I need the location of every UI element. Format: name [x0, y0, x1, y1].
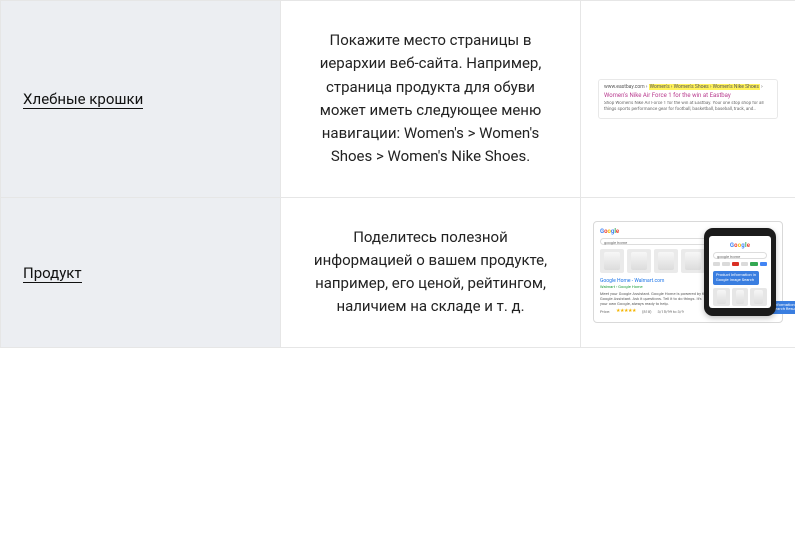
phone-tab [741, 262, 748, 266]
row1-description: Покажите место страницы в иерархии веб-с… [281, 1, 581, 198]
serp-breadcrumb: www.eastbay.com › Women's › Women's Shoe… [604, 84, 772, 90]
desktop-image-row [600, 249, 708, 273]
serp-result-snippet: Meet your Google Assistant. Google Home … [600, 291, 708, 307]
product-thumb [681, 249, 705, 273]
serp-snippet: Shop Women's Nike Air Force 1 for the wi… [604, 101, 772, 113]
breadcrumb-link[interactable]: Хлебные крошки [23, 90, 143, 109]
logo-letter: e [747, 242, 750, 249]
row2-image-cell: Google google home Google Home - Walmart… [581, 197, 795, 347]
row1-title-cell: Хлебные крошки [1, 1, 281, 198]
callout-label-phone: Product Information in Google Image Sear… [713, 271, 759, 285]
serp-result-meta: Price: ★★★★★ (818) 3/15/99 to 3/9 [600, 308, 708, 314]
serp-example-card: www.eastbay.com › Women's › Women's Shoe… [598, 79, 778, 119]
phone-tab [713, 262, 720, 266]
logo-letter-e: e [616, 228, 619, 235]
desktop-search-box: google home [600, 238, 708, 245]
phone-tab [760, 262, 767, 266]
product-thumb [627, 249, 651, 273]
serp-breadcrumb-highlight: Women's › Women's Shoes › Women's Nike S… [649, 84, 760, 90]
result-reviews: (818) [642, 309, 652, 314]
product-thumb [750, 288, 767, 306]
result-stars: ★★★★★ [616, 308, 636, 314]
phone-search-box: google home [713, 252, 767, 259]
serp-breadcrumb-suffix: › [761, 84, 763, 90]
product-example-card: Google google home Google Home - Walmart… [593, 221, 783, 324]
result-price-label: Price: [600, 309, 610, 314]
phone-tabs [713, 262, 767, 266]
schema-table: Хлебные крошки Покажите место страницы в… [0, 0, 795, 348]
product-thumb [654, 249, 678, 273]
serp-breadcrumb-prefix: www.eastbay.com › [604, 84, 647, 90]
serp-result-url: Walmart › Google Home [600, 284, 708, 289]
row2-description: Поделитесь полезной информацией о вашем … [281, 197, 581, 347]
google-logo: Google [600, 228, 708, 235]
row2-title-cell: Продукт [1, 197, 281, 347]
phone-google-logo: Google [709, 236, 771, 249]
product-link[interactable]: Продукт [23, 264, 82, 283]
phone-mock: Google google home Produc [704, 228, 776, 317]
product-thumb [713, 288, 730, 306]
table-row: Хлебные крошки Покажите место страницы в… [1, 1, 795, 198]
desktop-serp-mock: Google google home Google Home - Walmart… [600, 228, 708, 315]
product-thumb [732, 288, 749, 306]
phone-image-row [713, 288, 767, 306]
row1-image-cell: www.eastbay.com › Women's › Women's Shoe… [581, 1, 795, 198]
phone-tab [750, 262, 757, 266]
phone-tab [722, 262, 729, 266]
phone-screen: Google google home Produc [709, 236, 771, 309]
serp-title: Women's Nike Air Force 1 for the win at … [604, 92, 772, 99]
table-row: Продукт Поделитесь полезной информацией … [1, 197, 795, 347]
phone-tab [732, 262, 739, 266]
result-date: 3/15/99 to 3/9 [657, 309, 683, 314]
product-thumb [600, 249, 624, 273]
